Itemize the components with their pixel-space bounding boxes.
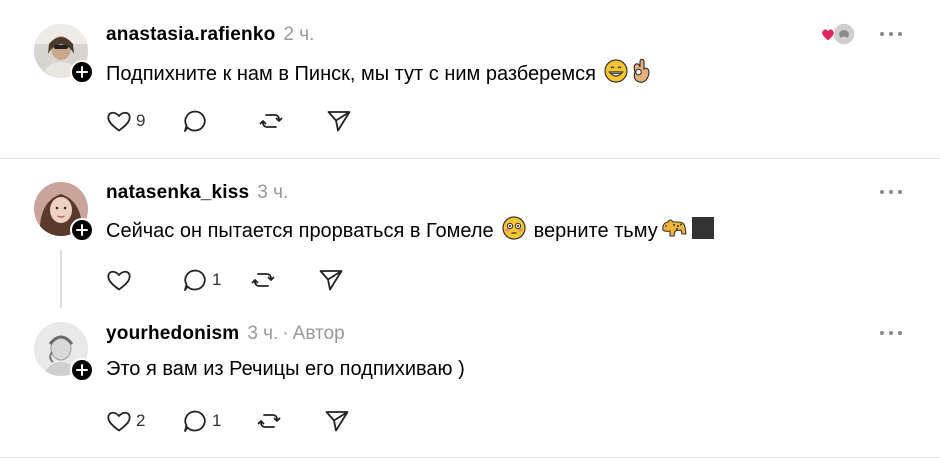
post-text-content: Сейчас он пытается прорваться в Гомеле	[106, 219, 494, 242]
follow-plus-icon[interactable]	[70, 218, 94, 242]
repost-icon	[259, 114, 283, 128]
divider	[0, 457, 940, 458]
send-icon	[325, 411, 349, 432]
heart-icon	[107, 270, 131, 291]
share-button[interactable]	[318, 268, 344, 292]
avatar[interactable]	[34, 24, 94, 84]
repost-button[interactable]	[256, 409, 282, 433]
heart-icon	[107, 111, 131, 132]
username[interactable]: anastasia.rafienko	[106, 24, 275, 46]
username[interactable]: natasenka_kiss	[106, 182, 249, 204]
black-square-icon	[691, 216, 715, 246]
reply-button[interactable]	[182, 109, 222, 133]
follow-plus-icon[interactable]	[70, 358, 94, 382]
repost-icon	[257, 414, 281, 428]
post-header: yourhedonism 3 ч. · Автор	[106, 320, 345, 348]
grinning-face-icon	[604, 59, 628, 89]
avatar[interactable]	[34, 182, 94, 242]
repost-button[interactable]	[250, 268, 276, 292]
post-text: Это я вам из Речицы его подпихиваю )	[106, 358, 465, 381]
reply-button[interactable]: 1	[182, 409, 222, 433]
send-icon	[327, 111, 351, 132]
leopard-icon	[660, 216, 688, 246]
action-bar: 1	[106, 266, 366, 294]
flushed-face-icon	[502, 216, 526, 246]
repost-button[interactable]	[258, 109, 284, 133]
timestamp: 2 ч.	[283, 24, 315, 45]
author-tag: Автор	[292, 323, 345, 344]
action-bar: 9	[106, 107, 374, 135]
reply-button[interactable]: 1	[182, 268, 222, 292]
like-count: 9	[136, 111, 146, 130]
heart-icon	[107, 411, 131, 432]
post-header: natasenka_kiss 3 ч.	[106, 179, 288, 207]
comment-icon	[184, 269, 206, 291]
heart-avatar-icon[interactable]	[820, 22, 858, 46]
send-icon	[319, 270, 343, 291]
more-options-icon[interactable]	[880, 328, 902, 338]
share-button[interactable]	[324, 409, 350, 433]
post-text-content: Это я вам из Речицы его подпихиваю )	[106, 358, 465, 380]
like-button[interactable]: 2	[106, 409, 146, 433]
post-text: Подпихните к нам в Пинск, мы тут с ним р…	[106, 58, 652, 90]
username[interactable]: yourhedonism	[106, 323, 239, 345]
ok-hand-icon	[630, 58, 652, 90]
reply-count: 1	[212, 270, 222, 289]
comment-icon	[184, 410, 206, 432]
reply-count: 1	[212, 411, 222, 430]
more-options-icon[interactable]	[880, 187, 902, 197]
thread-line	[60, 250, 62, 308]
timestamp: 3 ч.	[247, 323, 279, 344]
like-button[interactable]	[106, 268, 146, 292]
divider	[0, 158, 940, 159]
comment-icon	[184, 110, 206, 132]
more-options-icon[interactable]	[880, 29, 902, 39]
repost-icon	[251, 273, 275, 287]
share-button[interactable]	[326, 109, 352, 133]
action-bar: 2 1	[106, 407, 372, 435]
like-button[interactable]: 9	[106, 109, 146, 133]
follow-plus-icon[interactable]	[70, 60, 94, 84]
avatar[interactable]	[34, 322, 94, 382]
post-text-content: Подпихните к нам в Пинск, мы тут с ним р…	[106, 62, 596, 85]
post-text: Сейчас он пытается прорваться в Гомеле в…	[106, 216, 715, 246]
timestamp: 3 ч.	[257, 182, 289, 203]
post-text-continued: верните тьму	[533, 219, 658, 242]
timestamp-with-author: 3 ч. · Автор	[247, 323, 345, 344]
like-count: 2	[136, 411, 146, 430]
post-header: anastasia.rafienko 2 ч.	[106, 21, 314, 49]
